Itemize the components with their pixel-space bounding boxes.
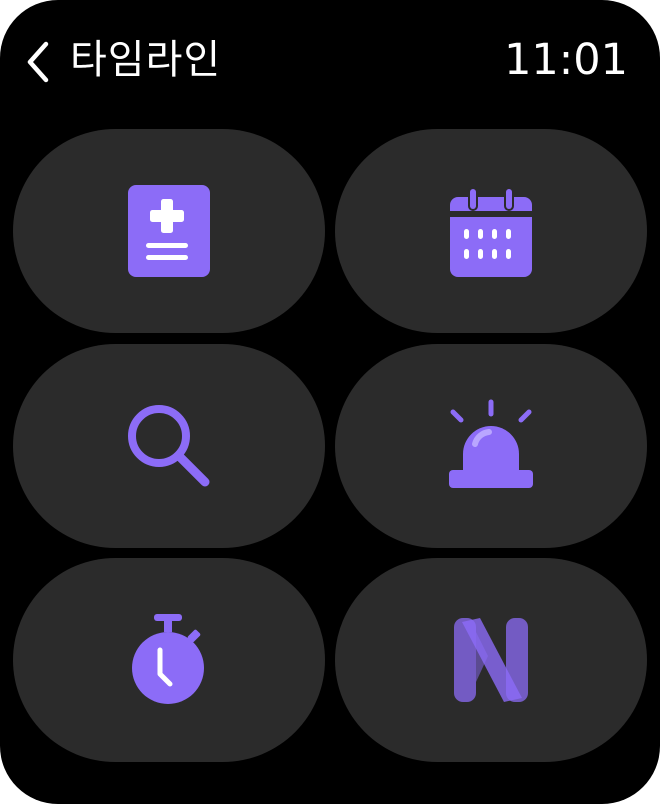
chevron-left-icon xyxy=(27,41,49,83)
calendar-button[interactable] xyxy=(335,129,647,333)
stopwatch-button[interactable] xyxy=(13,558,325,762)
calendar-icon xyxy=(439,179,543,283)
alarm-siren-button[interactable] xyxy=(335,344,647,548)
health-report-button[interactable] xyxy=(13,129,325,333)
header: 타임라인 11:01 xyxy=(0,0,660,120)
clock-time: 11:01 xyxy=(504,35,628,85)
stopwatch-icon xyxy=(117,608,221,712)
back-button[interactable] xyxy=(18,38,58,86)
search-button[interactable] xyxy=(13,344,325,548)
health-report-icon xyxy=(117,179,221,283)
n-logo-icon xyxy=(439,608,543,712)
watch-screen: 타임라인 11:01 xyxy=(0,0,660,804)
page-title: 타임라인 xyxy=(70,37,222,83)
alarm-siren-icon xyxy=(439,394,543,498)
n-app-button[interactable] xyxy=(335,558,647,762)
search-icon xyxy=(117,394,221,498)
